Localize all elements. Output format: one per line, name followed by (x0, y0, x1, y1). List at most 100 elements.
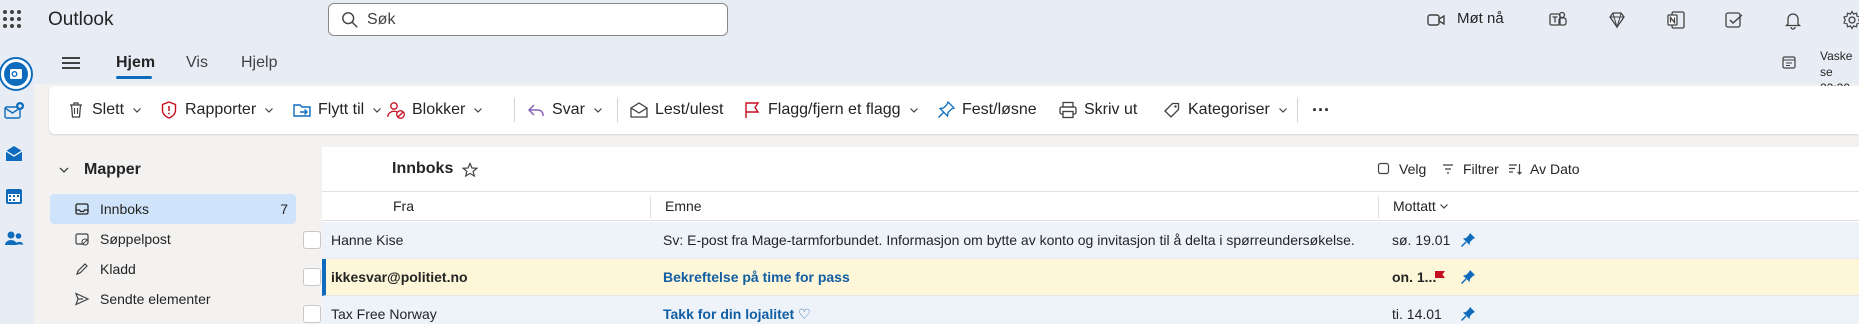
column-from[interactable]: Fra (393, 198, 414, 214)
todo-icon[interactable] (1722, 8, 1746, 32)
more-options-button[interactable]: ··· (1312, 86, 1330, 134)
pin-icon (938, 100, 956, 118)
app-title[interactable]: Outlook (48, 9, 113, 31)
chevron-down-icon (59, 167, 69, 173)
message-list: Innboks Velg Filtrer Av Dato Fra Emne Mo… (303, 147, 1859, 324)
select-button[interactable]: Velg (1377, 161, 1426, 177)
app-rail (0, 40, 34, 324)
block-label: Blokker (412, 101, 466, 118)
message-row[interactable]: Hanne Kise Sv: E-post fra Mage-tarmforbu… (303, 222, 1859, 259)
chevron-down-icon[interactable] (372, 105, 382, 115)
folder-inbox[interactable]: Innboks 7 (50, 194, 296, 224)
column-received[interactable]: Mottatt (1393, 198, 1449, 214)
chevron-down-icon[interactable] (593, 105, 603, 115)
report-button[interactable]: Rapporter (159, 86, 274, 134)
folders-header[interactable]: Mapper (58, 161, 141, 179)
folder-junk[interactable]: Søppelpost (50, 224, 296, 254)
hamburger-menu-icon[interactable] (62, 57, 80, 69)
pin-label: Fest/løsne (962, 101, 1037, 118)
message-list-header: Innboks Velg Filtrer Av Dato (322, 147, 1859, 191)
chevron-down-icon[interactable] (473, 105, 483, 115)
message-subject: Takk for din lojalitet ♡ (663, 306, 811, 322)
message-date: ti. 14.01 (1392, 306, 1442, 322)
junk-icon (75, 233, 89, 246)
report-label: Rapporter (185, 101, 257, 118)
app-launcher-icon[interactable] (3, 10, 21, 28)
chevron-down-icon[interactable] (264, 105, 274, 115)
pin-icon[interactable] (1459, 268, 1477, 286)
chevron-down-icon (1439, 204, 1448, 209)
mail-icon[interactable] (0, 140, 28, 168)
pin-icon[interactable] (1459, 305, 1477, 323)
block-button[interactable]: Blokker (386, 86, 483, 134)
message-date: sø. 19.01 (1392, 232, 1451, 248)
reply-icon (527, 104, 544, 116)
gear-icon[interactable] (1840, 8, 1859, 32)
people-icon[interactable] (0, 224, 28, 252)
teams-icon[interactable] (1546, 8, 1570, 32)
command-ribbon: Slett Rapporter Flytt til Blokker Svar L… (49, 86, 1859, 134)
row-checkbox[interactable] (303, 268, 321, 286)
star-icon[interactable] (462, 162, 478, 178)
message-subject: Bekreftelse på time for pass (663, 269, 850, 285)
ribbon-divider (1297, 98, 1298, 122)
reminder-title: Vaske se (1820, 49, 1853, 79)
pin-button[interactable]: Fest/løsne (936, 86, 1037, 134)
bell-icon[interactable] (1781, 8, 1805, 32)
calendar-icon[interactable] (0, 182, 28, 210)
inbox-icon (75, 203, 89, 215)
move-to-label: Flytt til (318, 101, 365, 118)
reply-button[interactable]: Svar (526, 86, 603, 134)
column-divider[interactable] (650, 196, 651, 218)
filter-icon (1443, 164, 1453, 174)
folder-move-icon (293, 104, 311, 117)
chevron-down-icon[interactable] (909, 105, 919, 115)
print-button[interactable]: Skriv ut (1058, 86, 1137, 134)
tab-help[interactable]: Hjelp (241, 54, 277, 72)
meet-now-icon[interactable] (1424, 8, 1448, 32)
pin-icon[interactable] (1459, 231, 1477, 249)
unread-count: 7 (280, 201, 288, 217)
top-bar: Outlook Møt nå (0, 0, 1859, 40)
message-sender: Hanne Kise (331, 232, 404, 248)
chevron-down-icon[interactable] (1278, 105, 1288, 115)
column-received-label: Mottatt (1393, 198, 1436, 214)
message-row[interactable]: ikkesvar@politiet.no Bekreftelse på time… (303, 259, 1859, 296)
move-to-button[interactable]: Flytt til (292, 86, 382, 134)
column-divider[interactable] (1378, 196, 1379, 218)
folder-sent[interactable]: Sendte elementer (50, 284, 296, 314)
search-input[interactable] (367, 10, 717, 29)
read-unread-button[interactable]: Lest/ulest (629, 86, 723, 134)
flag-label: Flagg/fjern et flagg (768, 101, 901, 118)
message-row[interactable]: Tax Free Norway Takk for din lojalitet ♡… (303, 296, 1859, 324)
row-checkbox[interactable] (303, 305, 321, 323)
flag-button[interactable]: Flagg/fjern et flagg (742, 86, 919, 134)
folder-pane: Mapper Innboks 7 Søppelpost Kladd Sendte… (42, 147, 314, 324)
row-checkbox[interactable] (303, 231, 321, 249)
calendar-reminder-icon (1782, 56, 1796, 69)
mail-new-icon[interactable] (0, 98, 28, 126)
premium-icon[interactable] (1605, 8, 1629, 32)
envelope-open-icon (630, 102, 648, 118)
sort-button[interactable]: Av Dato (1508, 161, 1580, 177)
filter-button[interactable]: Filtrer (1441, 161, 1499, 177)
tab-home[interactable]: Hjem (116, 54, 155, 72)
meet-now-label[interactable]: Møt nå (1457, 10, 1504, 27)
sort-label: Av Dato (1530, 161, 1580, 177)
folder-drafts[interactable]: Kladd (50, 254, 296, 284)
categorize-button[interactable]: Kategoriser (1162, 86, 1288, 134)
outlook-app-icon[interactable] (0, 56, 34, 92)
column-subject[interactable]: Emne (665, 198, 702, 214)
message-subject: Sv: E-post fra Mage-tarmforbundet. Infor… (663, 232, 1355, 248)
chevron-down-icon[interactable] (132, 105, 142, 115)
draft-icon (76, 263, 88, 275)
select-label: Velg (1399, 161, 1427, 177)
ribbon-divider (514, 98, 515, 122)
delete-button[interactable]: Slett (66, 86, 142, 134)
tab-view[interactable]: Vis (186, 54, 208, 72)
onenote-icon[interactable] (1664, 8, 1688, 32)
delete-label: Slett (92, 101, 125, 118)
ribbon-divider (617, 98, 618, 122)
search-box[interactable] (328, 3, 728, 36)
flag-icon[interactable] (1432, 269, 1448, 285)
